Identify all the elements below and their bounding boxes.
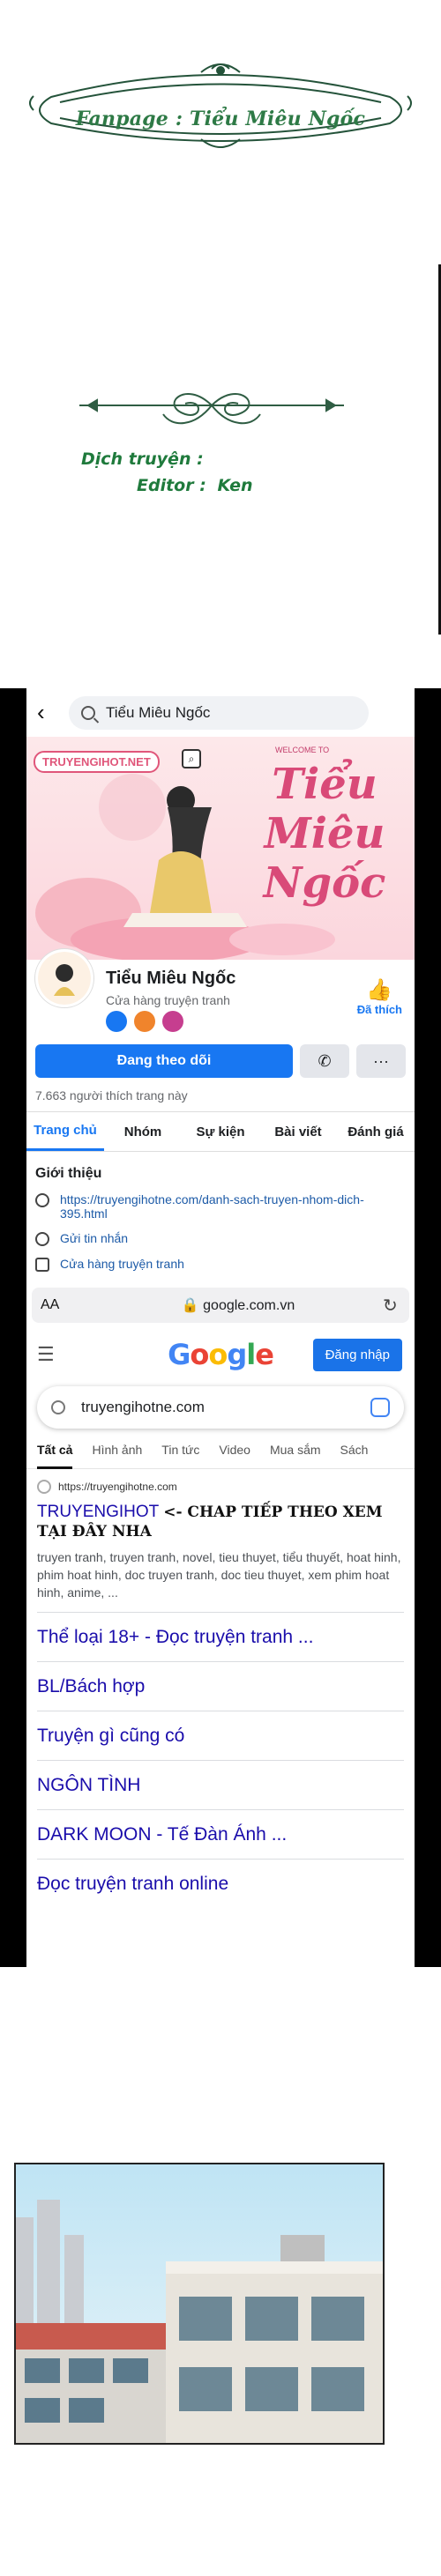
messenger-icon [35, 1232, 49, 1246]
sitelink[interactable]: DARK MOON - Tế Đàn Ánh ... [37, 1809, 404, 1859]
messenger-icon: ✆ [318, 1051, 332, 1070]
phone-screen: ‹ Tiểu Miêu Ngốc TRUYENGIHOT.NET ⌕ WELCO… [26, 688, 415, 1967]
liked-button[interactable]: 👍 Đã thích [357, 977, 402, 1016]
page-profile: Tiểu Miêu Ngốc Cửa hàng truyện tranh 👍 Đ… [26, 949, 415, 1039]
liked-label: Đã thích [356, 1003, 402, 1016]
fanpage-title: Fanpage : Tiểu Miêu Ngốc [75, 108, 366, 130]
following-button[interactable]: Đang theo dõi [35, 1044, 293, 1078]
browser-address-bar[interactable]: AA 🔒 google.com.vn ↻ [32, 1288, 409, 1323]
logo-letter: g [227, 1338, 247, 1371]
page-actions: Đang theo dõi ✆ ··· [26, 1039, 415, 1083]
domain-text: google.com.vn [203, 1298, 295, 1313]
tab-groups[interactable]: Nhóm [104, 1112, 182, 1151]
search-result: https://truyengihotne.com TRUYENGIHOT <-… [26, 1469, 415, 1612]
tab-reviews[interactable]: Đánh giá [337, 1112, 415, 1151]
school-building-illustration [16, 2200, 383, 2443]
sitelink[interactable]: Đọc truyện tranh online [37, 1859, 404, 1908]
logo-letter: o [208, 1338, 228, 1371]
tab-books[interactable]: Sách [340, 1443, 369, 1468]
thumbs-up-icon: 👍 [366, 978, 393, 1002]
likes-count: 7.663 người thích trang này [35, 1088, 188, 1102]
avatar-illustration [38, 952, 91, 1005]
result-title[interactable]: TRUYENGIHOT <- CHAP TIẾP THEO XEM TẠI ĐÂ… [37, 1503, 404, 1541]
fanpage-banner: Fanpage : Tiểu Miêu Ngốc [25, 62, 416, 150]
logo-letter: G [168, 1338, 191, 1371]
logo-letter: e [255, 1338, 274, 1371]
more-options-button[interactable]: ··· [356, 1044, 406, 1078]
translator-credit: Dịch truyện : [81, 449, 204, 469]
sitelink[interactable]: Thể loại 18+ - Đọc truyện tranh ... [37, 1612, 404, 1661]
facebook-header: ‹ Tiểu Miêu Ngốc [26, 688, 415, 737]
editor-credit: Editor : Ken [137, 476, 253, 495]
result-site-url: https://truyengihotne.com [58, 1481, 177, 1493]
tab-posts[interactable]: Bài viết [259, 1112, 337, 1151]
result-snippet: truyen tranh, truyen tranh, novel, tieu … [37, 1550, 401, 1600]
favicon-icon [37, 1480, 51, 1494]
search-icon [81, 705, 95, 720]
logo-letter: o [190, 1338, 209, 1371]
ornament-frame-icon [29, 63, 412, 148]
reload-icon[interactable]: ↻ [383, 1295, 400, 1317]
following-label: Đang theo dõi [116, 1053, 212, 1068]
intro-website[interactable]: https://truyengihotne.com/danh-sach-truy… [35, 1192, 406, 1221]
shop-badge-icon[interactable] [162, 1011, 183, 1032]
logo-letter: l [246, 1338, 256, 1371]
google-query: truyengihotne.com [81, 1399, 205, 1415]
result-site[interactable]: https://truyengihotne.com [37, 1480, 404, 1494]
cover-photo[interactable]: TRUYENGIHOT.NET ⌕ WELCOME TO Tiểu Miêu N… [26, 737, 415, 960]
shop-icon [35, 1258, 49, 1272]
sitelink[interactable]: Truyện gì cũng có [37, 1711, 404, 1760]
more-dots-icon: ··· [373, 1051, 389, 1070]
star-badge-icon[interactable] [134, 1011, 155, 1032]
browser-domain: 🔒 google.com.vn [181, 1298, 295, 1313]
google-header: ☰ Google Đăng nhập [26, 1323, 415, 1386]
messenger-badge-icon[interactable] [106, 1011, 127, 1032]
tab-video[interactable]: Video [219, 1443, 250, 1468]
cover-welcome-text: WELCOME TO [275, 746, 330, 754]
intro-shop-link[interactable]: Cửa hàng truyện tranh [60, 1257, 184, 1271]
editor-name: Ken [217, 476, 253, 495]
sitelink[interactable]: BL/Bách hợp [37, 1661, 404, 1711]
sitelink[interactable]: NGÔN TÌNH [37, 1760, 404, 1809]
flourish-divider-icon [79, 393, 344, 425]
facebook-search-bar[interactable]: Tiểu Miêu Ngốc [69, 695, 369, 730]
lens-icon[interactable] [370, 1398, 390, 1417]
page-tabs: Trang chủ Nhóm Sự kiện Bài viết Đánh giá [26, 1111, 415, 1152]
page-category: Cửa hàng truyện tranh [106, 993, 230, 1007]
page-name: Tiểu Miêu Ngốc [106, 969, 236, 988]
tab-shopping[interactable]: Mua sắm [270, 1443, 321, 1468]
reader-mode-button[interactable]: AA [41, 1297, 93, 1313]
page-badges [106, 1011, 183, 1032]
globe-icon [35, 1193, 49, 1207]
tab-images[interactable]: Hình ảnh [92, 1443, 142, 1468]
intro-title: Giới thiệu [35, 1166, 102, 1181]
search-icon [51, 1400, 65, 1414]
sign-in-button[interactable]: Đăng nhập [312, 1339, 402, 1371]
editor-label: Editor : [137, 476, 206, 495]
result-title-text[interactable]: TRUYENGIHOT [37, 1503, 159, 1521]
phone-screenshot: ‹ Tiểu Miêu Ngốc TRUYENGIHOT.NET ⌕ WELCO… [0, 688, 441, 1967]
tab-home[interactable]: Trang chủ [26, 1112, 104, 1151]
intro-website-link[interactable]: https://truyengihotne.com/danh-sach-truy… [60, 1192, 406, 1221]
intro-message-link[interactable]: Gửi tin nhắn [60, 1231, 128, 1245]
intro-message[interactable]: Gửi tin nhắn [35, 1231, 406, 1246]
tab-news[interactable]: Tin tức [161, 1443, 199, 1468]
comic-panel-school [14, 2163, 385, 2445]
intro-shop[interactable]: Cửa hàng truyện tranh [35, 1257, 406, 1272]
tab-events[interactable]: Sự kiện [182, 1112, 259, 1151]
google-tabs: Tất cả Hình ảnh Tin tức Video Mua sắm Sá… [26, 1429, 415, 1469]
cover-title-art: Tiểu Miêu Ngốc [263, 760, 386, 908]
intro-section: Giới thiệu https://truyengihotne.com/dan… [26, 1152, 415, 1288]
facebook-search-query: Tiểu Miêu Ngốc [106, 703, 211, 721]
page-avatar[interactable] [35, 949, 93, 1007]
tab-all[interactable]: Tất cả [37, 1443, 73, 1469]
back-arrow-icon[interactable]: ‹ [37, 699, 62, 726]
google-search-box[interactable]: truyengihotne.com [37, 1386, 404, 1429]
messenger-button[interactable]: ✆ [300, 1044, 349, 1078]
